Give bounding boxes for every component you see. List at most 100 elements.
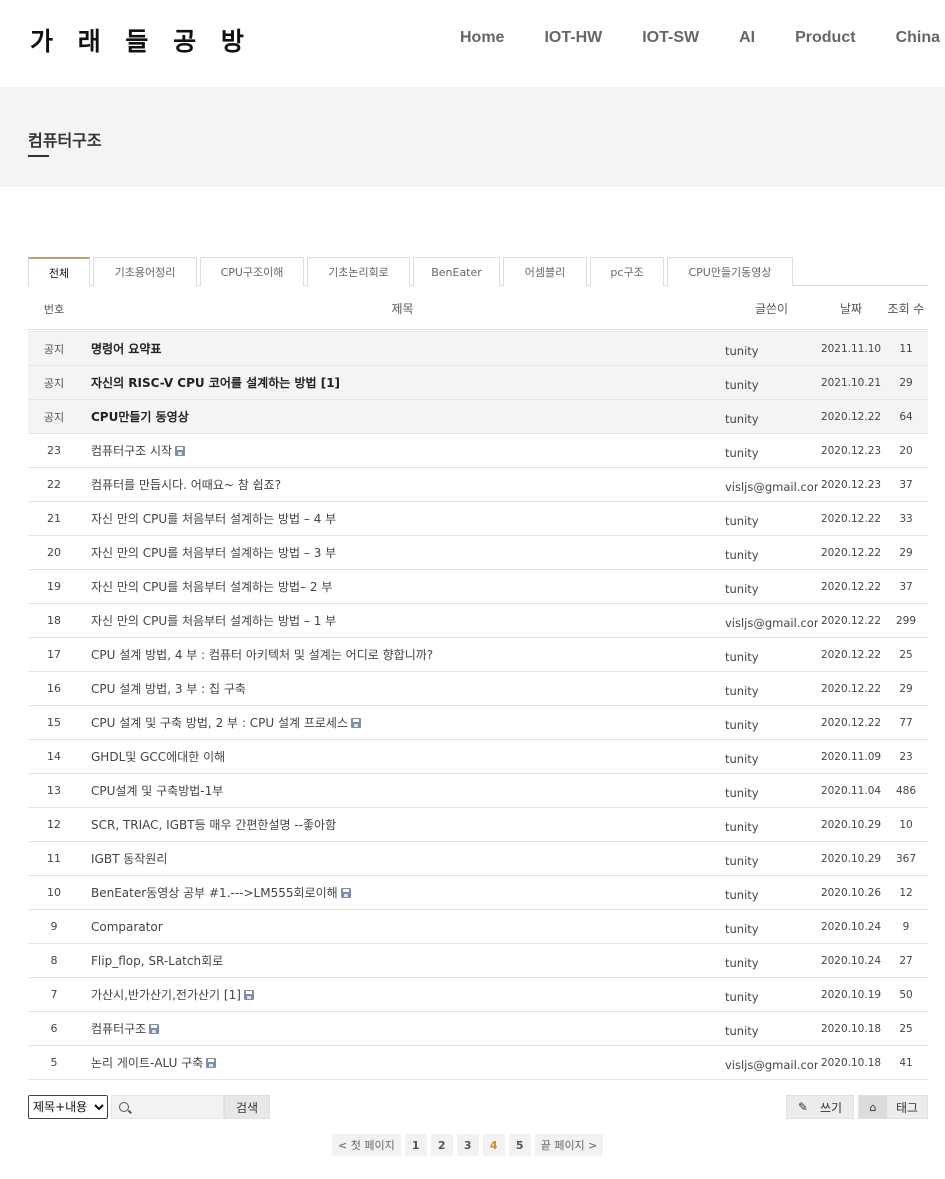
post-title-link-text[interactable]: 자신 만의 CPU를 처음부터 설계하는 방법 – 4 부: [91, 512, 336, 526]
post-title-link[interactable]: 자신의 RISC-V CPU 코어를 설계하는 방법 [1]: [80, 374, 725, 391]
row-author-text[interactable]: tunity: [725, 378, 759, 392]
post-title-link[interactable]: 자신 만의 CPU를 처음부터 설계하는 방법– 2 부: [80, 578, 725, 595]
post-title-link[interactable]: 컴퓨터를 만듭시다. 어때요~ 참 쉽죠?: [80, 476, 725, 493]
row-author[interactable]: visljs@gmail.com: [725, 611, 818, 630]
page-link-4-current[interactable]: 4: [482, 1134, 505, 1156]
tab-all[interactable]: 전체: [28, 257, 90, 286]
tab-beneater[interactable]: BenEater: [413, 257, 500, 286]
row-author[interactable]: tunity: [725, 951, 818, 970]
search-target-select[interactable]: 제목+내용: [28, 1095, 108, 1119]
post-title-link[interactable]: 명령어 요약표: [80, 340, 725, 357]
tab-pc-structure[interactable]: pc구조: [590, 257, 664, 286]
row-author[interactable]: tunity: [725, 407, 818, 426]
row-author[interactable]: tunity: [725, 1019, 818, 1038]
row-author-text[interactable]: tunity: [725, 718, 759, 732]
search-input[interactable]: [134, 1098, 222, 1116]
row-author-text[interactable]: tunity: [725, 684, 759, 698]
post-title-link[interactable]: IGBT 동작원리: [80, 850, 725, 867]
row-author[interactable]: tunity: [725, 985, 818, 1004]
row-author-text[interactable]: tunity: [725, 514, 759, 528]
write-button[interactable]: ✎ 쓰기: [786, 1095, 854, 1119]
row-author[interactable]: tunity: [725, 509, 818, 528]
row-author[interactable]: tunity: [725, 815, 818, 834]
row-author[interactable]: tunity: [725, 679, 818, 698]
post-title-link-text[interactable]: CPU 설계 및 구축 방법, 2 부 : CPU 설계 프로세스: [91, 716, 348, 730]
row-author[interactable]: tunity: [725, 713, 818, 732]
row-author[interactable]: tunity: [725, 917, 818, 936]
post-title-link-text[interactable]: Flip_flop, SR-Latch회로: [91, 954, 223, 968]
post-title-link[interactable]: CPU설계 및 구축방법-1부: [80, 782, 725, 799]
post-title-link-text[interactable]: CPU 설계 방법, 4 부 : 컴퓨터 아키텍처 및 설계는 어디로 향합니까…: [91, 648, 433, 662]
post-title-link[interactable]: 자신 만의 CPU를 처음부터 설계하는 방법 – 1 부: [80, 612, 725, 629]
post-title-link-text[interactable]: 컴퓨터구조: [91, 1022, 146, 1036]
post-title-link[interactable]: SCR, TRIAC, IGBT등 매우 간편한설명 --좋아함: [80, 816, 725, 833]
post-title-link-text[interactable]: 명령어 요약표: [91, 342, 161, 356]
post-title-link-text[interactable]: GHDL및 GCC에대한 이해: [91, 750, 225, 764]
post-title-link[interactable]: 컴퓨터구조: [80, 1020, 725, 1037]
post-title-link[interactable]: BenEater동영상 공부 #1.--->LM555회로이해: [80, 884, 725, 901]
search-button[interactable]: 검색: [224, 1095, 270, 1119]
nav-ai[interactable]: AI: [719, 27, 775, 51]
post-title-link-text[interactable]: 자신 만의 CPU를 처음부터 설계하는 방법 – 1 부: [91, 614, 336, 628]
row-author[interactable]: tunity: [725, 645, 818, 664]
tab-assembly[interactable]: 어셈블리: [503, 257, 587, 286]
row-author[interactable]: tunity: [725, 373, 818, 392]
row-author-text[interactable]: tunity: [725, 1024, 759, 1038]
row-author-text[interactable]: tunity: [725, 820, 759, 834]
tab-cpu-video[interactable]: CPU만들기동영상: [667, 257, 793, 286]
row-author-text[interactable]: tunity: [725, 922, 759, 936]
row-author-text[interactable]: tunity: [725, 446, 759, 460]
post-title-link[interactable]: 컴퓨터구조 시작: [80, 442, 725, 459]
last-page-link[interactable]: 끝 페이지 >: [534, 1134, 604, 1156]
row-author[interactable]: visljs@gmail.com: [725, 475, 818, 494]
row-author[interactable]: tunity: [725, 339, 818, 358]
post-title-link-text[interactable]: SCR, TRIAC, IGBT등 매우 간편한설명 --좋아함: [91, 818, 336, 832]
post-title-link-text[interactable]: Comparator: [91, 920, 163, 934]
row-author[interactable]: tunity: [725, 441, 818, 460]
nav-home[interactable]: Home: [440, 27, 524, 51]
row-author-text[interactable]: visljs@gmail.com: [725, 616, 818, 630]
row-author-text[interactable]: tunity: [725, 786, 759, 800]
post-title-link-text[interactable]: BenEater동영상 공부 #1.--->LM555회로이해: [91, 886, 338, 900]
post-title-link[interactable]: CPU 설계 방법, 3 부 : 칩 구축: [80, 680, 725, 697]
page-link-5[interactable]: 5: [508, 1134, 531, 1156]
post-title-link-text[interactable]: CPU 설계 방법, 3 부 : 칩 구축: [91, 682, 246, 696]
post-title-link-text[interactable]: 컴퓨터를 만듭시다. 어때요~ 참 쉽죠?: [91, 478, 281, 492]
post-title-link[interactable]: CPU 설계 및 구축 방법, 2 부 : CPU 설계 프로세스: [80, 714, 725, 731]
tab-logic-circuits[interactable]: 기초논리회로: [307, 257, 410, 286]
nav-iot-sw[interactable]: IOT-SW: [622, 27, 719, 51]
nav-iot-hw[interactable]: IOT-HW: [524, 27, 622, 51]
row-author-text[interactable]: tunity: [725, 412, 759, 426]
post-title-link[interactable]: GHDL및 GCC에대한 이해: [80, 748, 725, 765]
tab-cpu-structure[interactable]: CPU구조이해: [200, 257, 304, 286]
row-author-text[interactable]: tunity: [725, 956, 759, 970]
post-title-link-text[interactable]: 가산시,반가산기,전가산기 [1]: [91, 988, 241, 1002]
row-author[interactable]: tunity: [725, 747, 818, 766]
post-title-link-text[interactable]: CPU만들기 동영상: [91, 410, 189, 424]
page-link-3[interactable]: 3: [456, 1134, 479, 1156]
row-author[interactable]: visljs@gmail.com: [725, 1053, 818, 1072]
row-author-text[interactable]: tunity: [725, 888, 759, 902]
row-author-text[interactable]: tunity: [725, 548, 759, 562]
row-author-text[interactable]: tunity: [725, 752, 759, 766]
post-title-link[interactable]: 자신 만의 CPU를 처음부터 설계하는 방법 – 3 부: [80, 544, 725, 561]
post-title-link[interactable]: CPU만들기 동영상: [80, 408, 725, 425]
post-title-link-text[interactable]: 자신의 RISC-V CPU 코어를 설계하는 방법 [1]: [91, 376, 340, 390]
post-title-link[interactable]: Flip_flop, SR-Latch회로: [80, 952, 725, 969]
row-author[interactable]: tunity: [725, 577, 818, 596]
post-title-link-text[interactable]: 논리 게이트-ALU 구축: [91, 1056, 203, 1070]
post-title-link-text[interactable]: 컴퓨터구조 시작: [91, 444, 172, 458]
row-author[interactable]: tunity: [725, 883, 818, 902]
post-title-link-text[interactable]: IGBT 동작원리: [91, 852, 167, 866]
header-views[interactable]: 조회 수: [884, 300, 928, 317]
page-link-2[interactable]: 2: [430, 1134, 453, 1156]
row-author[interactable]: tunity: [725, 849, 818, 868]
nav-china-product[interactable]: China Pro: [876, 27, 945, 51]
post-title-link-text[interactable]: 자신 만의 CPU를 처음부터 설계하는 방법– 2 부: [91, 580, 332, 594]
tab-basic-terms[interactable]: 기초용어정리: [93, 257, 197, 286]
post-title-link[interactable]: Comparator: [80, 920, 725, 934]
header-date[interactable]: 날짜: [818, 300, 884, 317]
post-title-link[interactable]: 가산시,반가산기,전가산기 [1]: [80, 986, 725, 1003]
row-author-text[interactable]: tunity: [725, 990, 759, 1004]
row-author[interactable]: tunity: [725, 781, 818, 800]
